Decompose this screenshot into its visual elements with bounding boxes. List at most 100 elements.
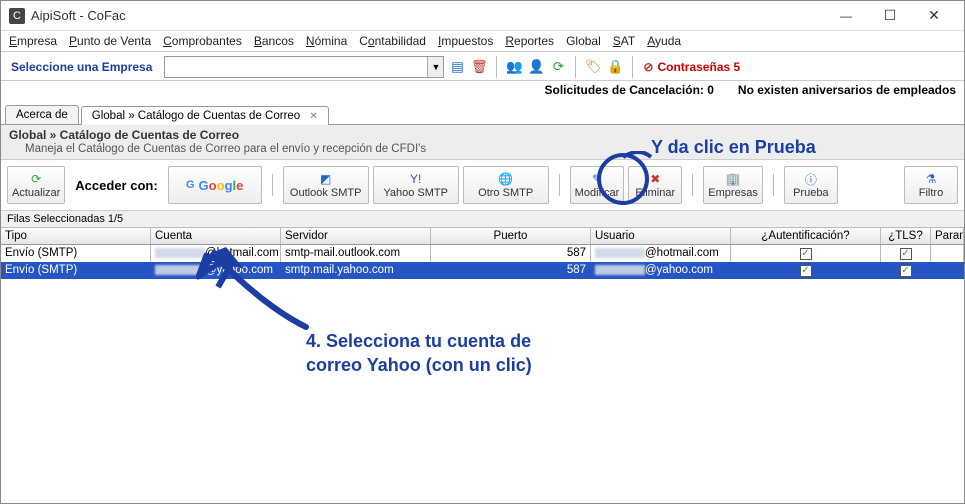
info-icon: ⓘ <box>803 171 819 187</box>
menu-label: mpuestos <box>441 34 493 48</box>
passwords-label: Contraseñas 5 <box>657 60 740 74</box>
cell-params <box>931 262 964 279</box>
page-subtitle: Maneja el Catálogo de Cuentas de Correo … <box>1 143 964 160</box>
menu-sat[interactable]: SAT <box>613 34 635 48</box>
menu-contabilidad[interactable]: Contabilidad <box>359 34 426 48</box>
cell-puerto: 587 <box>431 245 591 262</box>
passwords-link[interactable]: ⊘ Contraseñas 5 <box>643 60 740 74</box>
company-delete-button[interactable]: 🗑 <box>468 56 490 78</box>
main-toolbar: ⟳ Actualizar Acceder con: G Google ◩ Out… <box>1 160 964 211</box>
separator <box>559 174 560 196</box>
menu-label: SAT <box>613 34 635 48</box>
menu-comprobantes[interactable]: Comprobantes <box>163 34 242 48</box>
menu-global[interactable]: Global <box>566 34 601 48</box>
cell-tipo: Envío (SMTP) <box>1 245 151 262</box>
menu-ayuda[interactable]: Ayuda <box>647 34 681 48</box>
companies-button[interactable]: 🏢 Empresas <box>703 166 763 204</box>
yahoo-icon: Y! <box>408 171 424 187</box>
separator <box>575 56 576 78</box>
company-bar: Seleccione una Empresa ▼ ▤ 🗑 👥 👤 ⟳ 🏷 🔒 ⊘… <box>1 52 964 81</box>
cell-cuenta: @hotmail.com <box>151 245 281 262</box>
filter-button[interactable]: ⚗ Filtro <box>904 166 958 204</box>
cell-usuario: @hotmail.com <box>591 245 731 262</box>
modify-button[interactable]: ✎ Modificar <box>570 166 625 204</box>
menu-impuestos[interactable]: Impuestos <box>438 34 493 48</box>
cell-value: @hotmail.com <box>205 247 279 259</box>
menu-label: Global <box>566 34 601 48</box>
grid-row[interactable]: Envío (SMTP) @hotmail.com smtp-mail.outl… <box>1 245 964 262</box>
globe-icon: 🌐 <box>498 171 514 187</box>
yahoo-smtp-button[interactable]: Y! Yahoo SMTP <box>373 166 459 204</box>
checkbox-icon: ✓ <box>900 248 912 260</box>
page-title: Global » Catálogo de Cuentas de Correo <box>1 125 964 143</box>
col-cuenta[interactable]: Cuenta <box>151 228 281 244</box>
company-tag-button[interactable]: 🏷 <box>582 56 604 78</box>
col-tls[interactable]: ¿TLS? <box>881 228 931 244</box>
cell-tipo: Envío (SMTP) <box>1 262 151 279</box>
menu-nomina[interactable]: Nómina <box>306 34 347 48</box>
cell-value: @hotmail.com <box>645 247 719 259</box>
company-refresh-button[interactable]: ⟳ <box>547 56 569 78</box>
col-params[interactable]: Params <box>931 228 964 244</box>
warning-icon: ⊘ <box>643 60 653 74</box>
company-combo[interactable]: ▼ <box>164 56 444 78</box>
company-icon-button[interactable]: ▤ <box>446 56 468 78</box>
button-label: Prueba <box>793 187 828 199</box>
refresh-icon: ⟳ <box>28 171 44 187</box>
redacted <box>595 265 645 275</box>
company-user-button[interactable]: 👤 <box>525 56 547 78</box>
cell-servidor: smtp.mail.yahoo.com <box>281 262 431 279</box>
company-lock-button[interactable]: 🔒 <box>604 56 626 78</box>
menu-reportes[interactable]: Reportes <box>505 34 554 48</box>
anniversaries: No existen aniversarios de empleados <box>738 83 956 97</box>
close-button[interactable]: ✕ <box>912 2 956 30</box>
close-tab-icon[interactable]: ✕ <box>309 111 317 122</box>
test-button[interactable]: ⓘ Prueba <box>784 166 838 204</box>
filter-icon: ⚗ <box>923 171 939 187</box>
col-servidor[interactable]: Servidor <box>281 228 431 244</box>
google-login-button[interactable]: G Google <box>168 166 262 204</box>
cell-servidor: smtp-mail.outlook.com <box>281 245 431 262</box>
trash-icon: 🗑 <box>471 59 488 75</box>
button-label: Otro SMTP <box>478 187 533 199</box>
button-label: Empresas <box>708 187 758 199</box>
chevron-down-icon: ▼ <box>427 57 443 77</box>
checkbox-icon: ✓ <box>800 248 812 260</box>
menu-pdv[interactable]: Punto de Venta <box>69 34 151 48</box>
grid-row-selected[interactable]: Envío (SMTP) @yahoo.com smtp.mail.yahoo.… <box>1 262 964 279</box>
col-auth[interactable]: ¿Autentificación? <box>731 228 881 244</box>
redacted <box>155 265 205 275</box>
outlook-smtp-button[interactable]: ◩ Outlook SMTP <box>283 166 369 204</box>
cell-cuenta: @yahoo.com <box>151 262 281 279</box>
cell-auth: ✓ <box>731 262 881 279</box>
cell-tls: ✓ <box>881 262 931 279</box>
separator <box>272 174 273 196</box>
annotation-select: 4. Selecciona tu cuenta de correo Yahoo … <box>306 329 566 378</box>
maximize-button[interactable]: ☐ <box>868 2 912 30</box>
refresh-button[interactable]: ⟳ Actualizar <box>7 166 65 204</box>
cell-usuario: @yahoo.com <box>591 262 731 279</box>
otro-smtp-button[interactable]: 🌐 Otro SMTP <box>463 166 549 204</box>
window-title: AipiSoft - CoFac <box>31 8 126 23</box>
title-bar: C AipiSoft - CoFac — ☐ ✕ <box>1 1 964 31</box>
button-label: Filtro <box>919 187 943 199</box>
separator <box>632 56 633 78</box>
cell-puerto: 587 <box>431 262 591 279</box>
tab-catalogo[interactable]: Global » Catálogo de Cuentas de Correo ✕ <box>81 106 329 125</box>
tab-acerca[interactable]: Acerca de <box>5 105 79 124</box>
menu-bar: Empresa Punto de Venta Comprobantes Banc… <box>1 31 964 52</box>
redacted <box>155 248 205 258</box>
selection-count: Filas Seleccionadas 1/5 <box>1 211 964 228</box>
menu-empresa[interactable]: Empresa <box>9 34 57 48</box>
redacted <box>595 248 645 258</box>
menu-bancos[interactable]: Bancos <box>254 34 294 48</box>
col-tipo[interactable]: Tipo <box>1 228 151 244</box>
delete-button[interactable]: ✖ Eliminar <box>628 166 682 204</box>
col-puerto[interactable]: Puerto <box>431 228 591 244</box>
company-users-button[interactable]: 👥 <box>503 56 525 78</box>
edit-icon: ✎ <box>589 171 605 187</box>
col-usuario[interactable]: Usuario <box>591 228 731 244</box>
minimize-button[interactable]: — <box>824 2 868 30</box>
button-label: Modificar <box>575 187 620 199</box>
building-icon: ▤ <box>451 59 464 75</box>
